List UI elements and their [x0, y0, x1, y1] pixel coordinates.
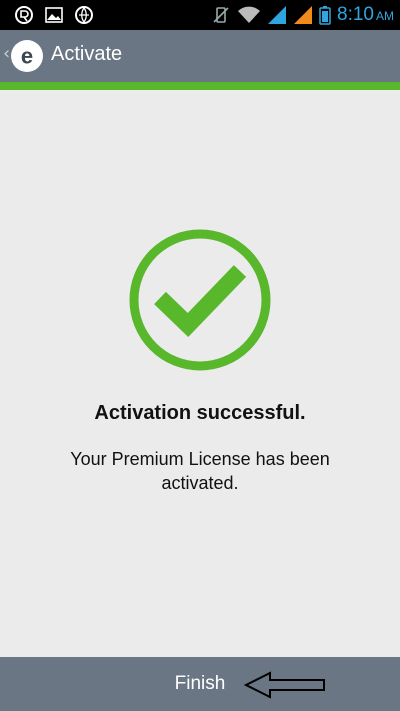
vibrate-icon [213, 7, 229, 23]
clock-ampm: AM [376, 9, 394, 23]
accent-divider [0, 82, 400, 90]
gallery-icon [45, 7, 63, 23]
status-system: 8:10 AM [211, 4, 394, 26]
clock: 8:10 AM [337, 4, 394, 26]
success-check-icon [129, 229, 271, 371]
browser-icon [75, 6, 93, 24]
app-logo-letter: e [21, 44, 33, 69]
app-logo-icon[interactable]: e [10, 39, 44, 73]
signal-icon-2 [294, 6, 313, 24]
notification-icon [15, 6, 33, 24]
status-bar: 8:10 AM [0, 0, 400, 30]
success-message: Your Premium License has been activated. [70, 449, 330, 493]
wifi-icon [238, 6, 261, 23]
battery-icon [319, 6, 331, 25]
status-notifications [14, 5, 94, 25]
page-title: Activate [51, 43, 123, 65]
pointer-arrow-icon [244, 671, 325, 699]
success-heading: Activation successful. [94, 402, 306, 424]
finish-button[interactable]: Finish [150, 657, 250, 711]
signal-icon [268, 6, 287, 24]
bottom-bar: Finish [0, 657, 400, 711]
clock-time: 8:10 [337, 4, 374, 25]
action-bar: ‹ e Activate [0, 30, 400, 82]
